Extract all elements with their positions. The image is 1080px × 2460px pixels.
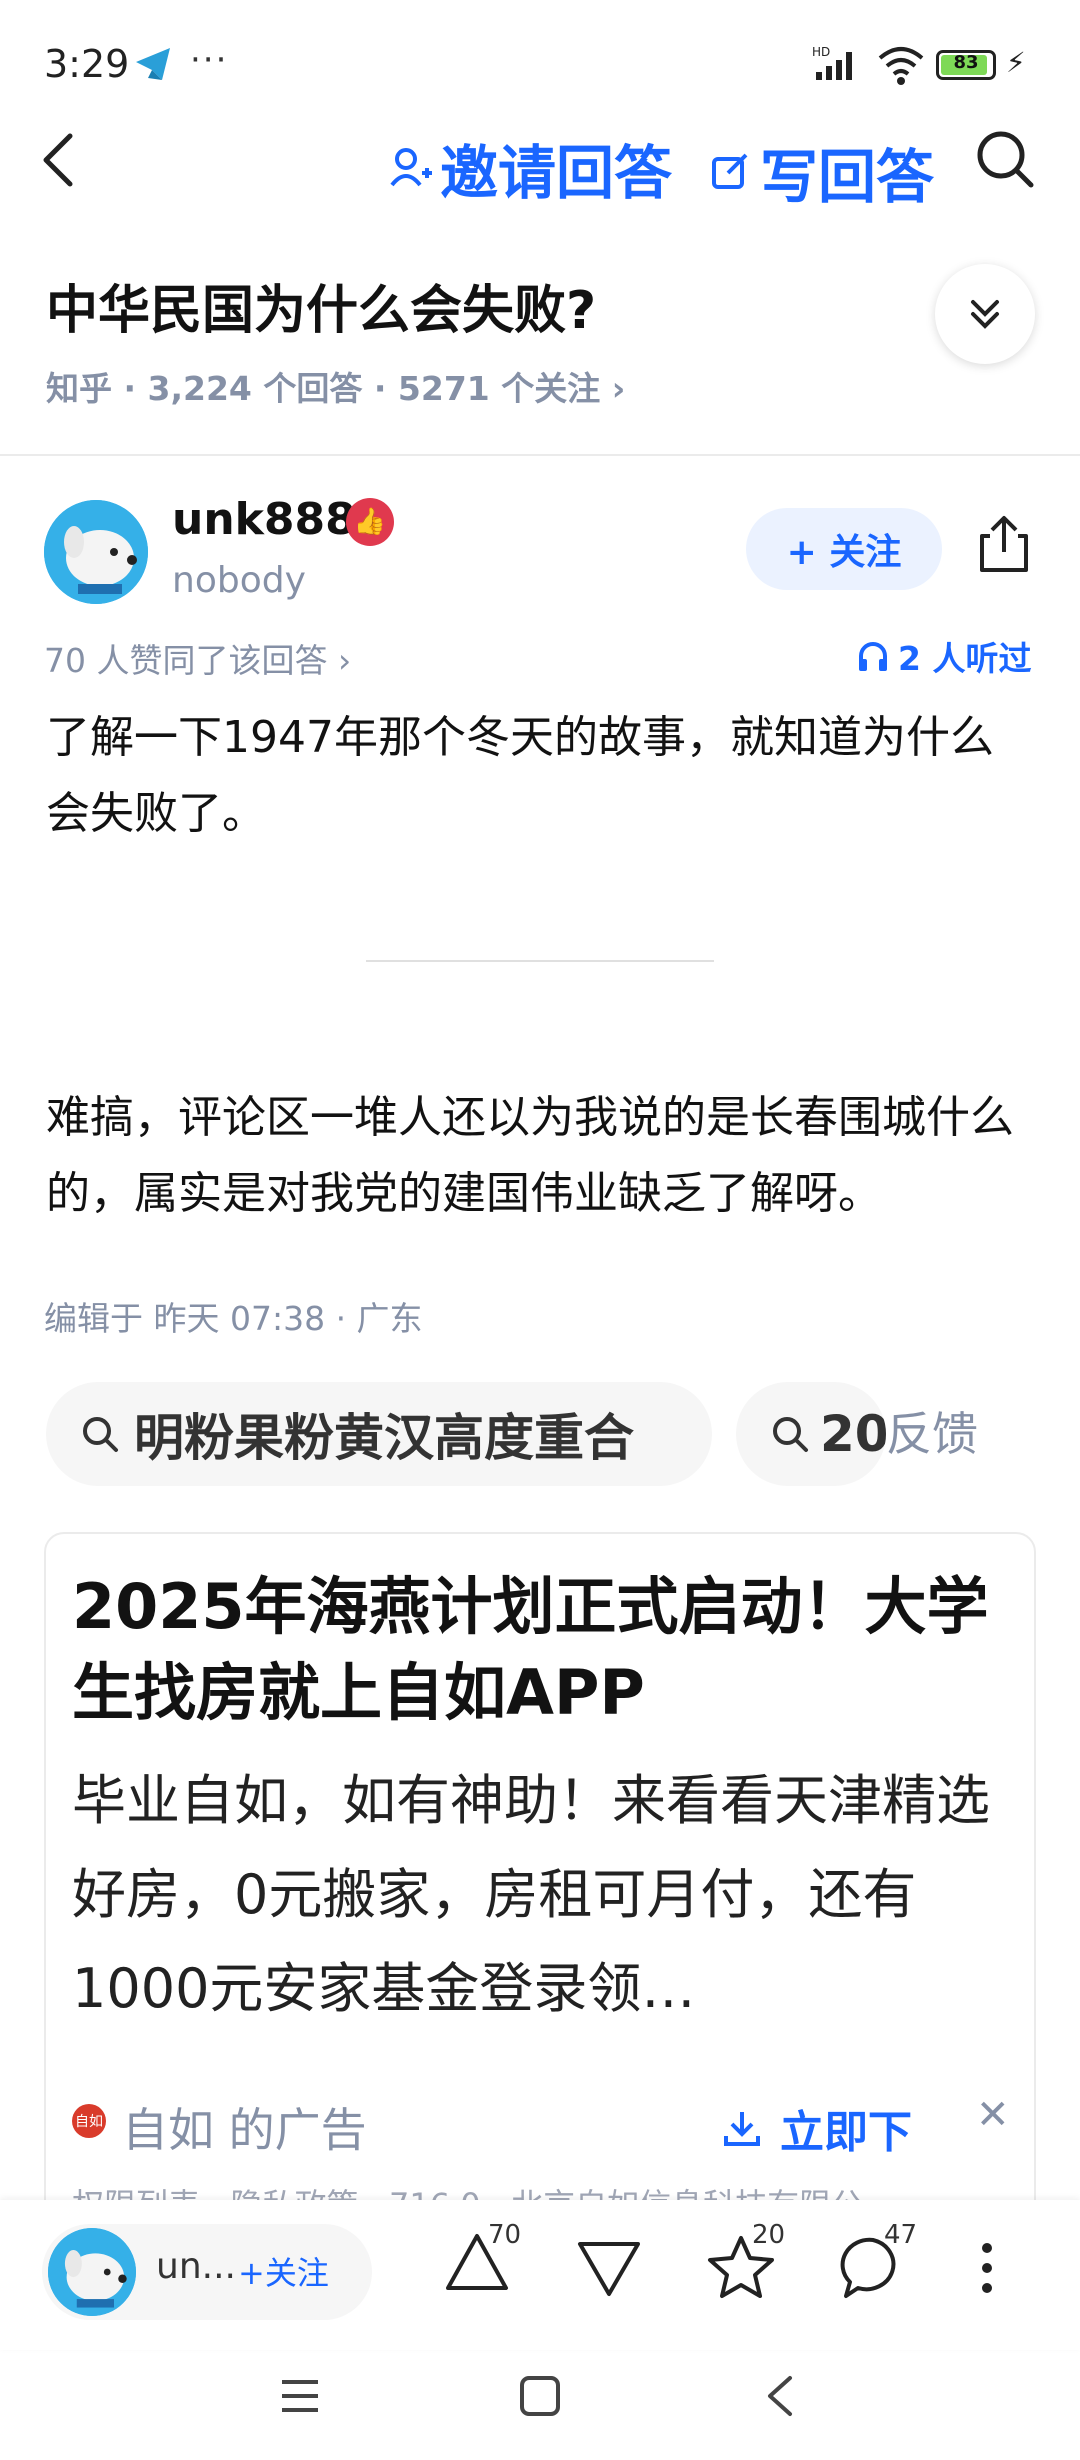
comment-count: 47 (884, 2220, 918, 2250)
download-icon (724, 2112, 760, 2146)
back-arrow-icon[interactable] (38, 130, 82, 190)
download-now-label: 立即下 (780, 2107, 912, 2158)
charging-icon: ⚡ (1006, 46, 1026, 79)
related-search-chip[interactable]: 2019 (736, 1382, 886, 1486)
ad-card[interactable]: 2025年海燕计划正式启动！大学生找房就上自如APP 毕业自如，如有神助！来看看… (44, 1532, 1036, 2232)
wifi-icon (878, 47, 924, 85)
related-search-chip[interactable]: 明粉果粉黄汉高度重合 (46, 1382, 712, 1486)
edit-icon (712, 153, 748, 189)
listen-count[interactable]: 2 人听过 (856, 632, 1031, 680)
upvote-summary[interactable]: 70 人赞同了该回答 › (44, 634, 351, 682)
author-headline: nobody (172, 560, 306, 601)
search-icon[interactable] (974, 128, 1036, 190)
expand-question-button[interactable] (935, 264, 1035, 364)
signal-icon: HD (812, 45, 852, 80)
follow-button-small[interactable]: +关注 (238, 2248, 329, 2294)
answer-paragraph: 了解一下1947年那个冬天的故事，就知道为什么会失败了。 (46, 712, 994, 839)
question-title[interactable]: 中华民国为什么会失败? (46, 268, 596, 343)
download-now-button[interactable]: 立即下 (722, 2096, 912, 2160)
double-chevron-down-icon (971, 300, 999, 329)
ad-body[interactable]: 毕业自如，如有神助！来看看天津精选好房，0元搬家，房租可月付，还有1000元安家… (72, 1754, 1022, 2036)
write-answer-label: 写回答 (760, 143, 935, 211)
follow-button[interactable]: + 关注 (746, 508, 942, 590)
ad-source-logo: 自如 (72, 2104, 106, 2138)
more-options-icon[interactable] (972, 2238, 1002, 2298)
more-notifications-icon: ··· (190, 40, 229, 80)
author-avatar[interactable] (44, 500, 148, 604)
edit-timestamp: 编辑于 昨天 07:38 · 广东 (44, 1299, 423, 1338)
feedback-link[interactable]: 反馈 (886, 1398, 978, 1464)
share-icon[interactable] (976, 512, 1032, 576)
question-meta[interactable]: 知乎 · 3,224 个回答 · 5271 个关注 › (46, 362, 625, 410)
author-name[interactable]: unk888 (172, 494, 356, 545)
avatar-image (44, 500, 148, 604)
author-avatar-small[interactable] (48, 2228, 136, 2316)
avatar-image (48, 2228, 136, 2316)
content-separator (366, 960, 714, 962)
write-answer-button[interactable]: 写回答 (710, 130, 934, 214)
invite-answer-button[interactable]: 邀请回答 (388, 126, 672, 210)
upvote-count: 70 (488, 2220, 522, 2250)
battery-indicator: 83 (936, 50, 996, 80)
favorite-count: 20 (752, 2220, 786, 2250)
author-name-short[interactable]: un... (156, 2246, 236, 2287)
recent-apps-icon[interactable] (278, 2376, 322, 2416)
telegram-icon (136, 48, 170, 80)
svg-text:HD: HD (812, 45, 830, 59)
system-back-icon[interactable] (760, 2372, 800, 2420)
invite-person-icon (390, 148, 432, 187)
thumbs-up-badge-icon: 👍 (346, 498, 394, 546)
divider (0, 454, 1080, 456)
listen-count-label: 2 人听过 (898, 639, 1032, 678)
headphones-icon (859, 642, 887, 671)
close-ad-icon[interactable]: ✕ (976, 2092, 1010, 2138)
related-search-label: 明粉果粉黄汉高度重合 (134, 1409, 634, 1467)
ad-source: 自如 的广告 (122, 2103, 367, 2157)
answer-paragraph: 难搞，评论区一堆人还以为我说的是长春围城什么的，属实是对我党的建国伟业缺乏了解呀… (46, 1092, 1014, 1219)
downvote-icon[interactable] (574, 2234, 644, 2304)
search-icon (773, 1417, 808, 1452)
battery-level: 83 (953, 52, 979, 73)
related-search-label: 2019 (820, 1405, 886, 1463)
ad-title[interactable]: 2025年海燕计划正式启动！大学生找房就上自如APP (72, 1564, 1022, 1736)
invite-answer-label: 邀请回答 (440, 139, 673, 207)
status-time: 3:29 (44, 42, 130, 86)
home-icon[interactable] (518, 2374, 562, 2418)
search-icon (83, 1417, 118, 1452)
